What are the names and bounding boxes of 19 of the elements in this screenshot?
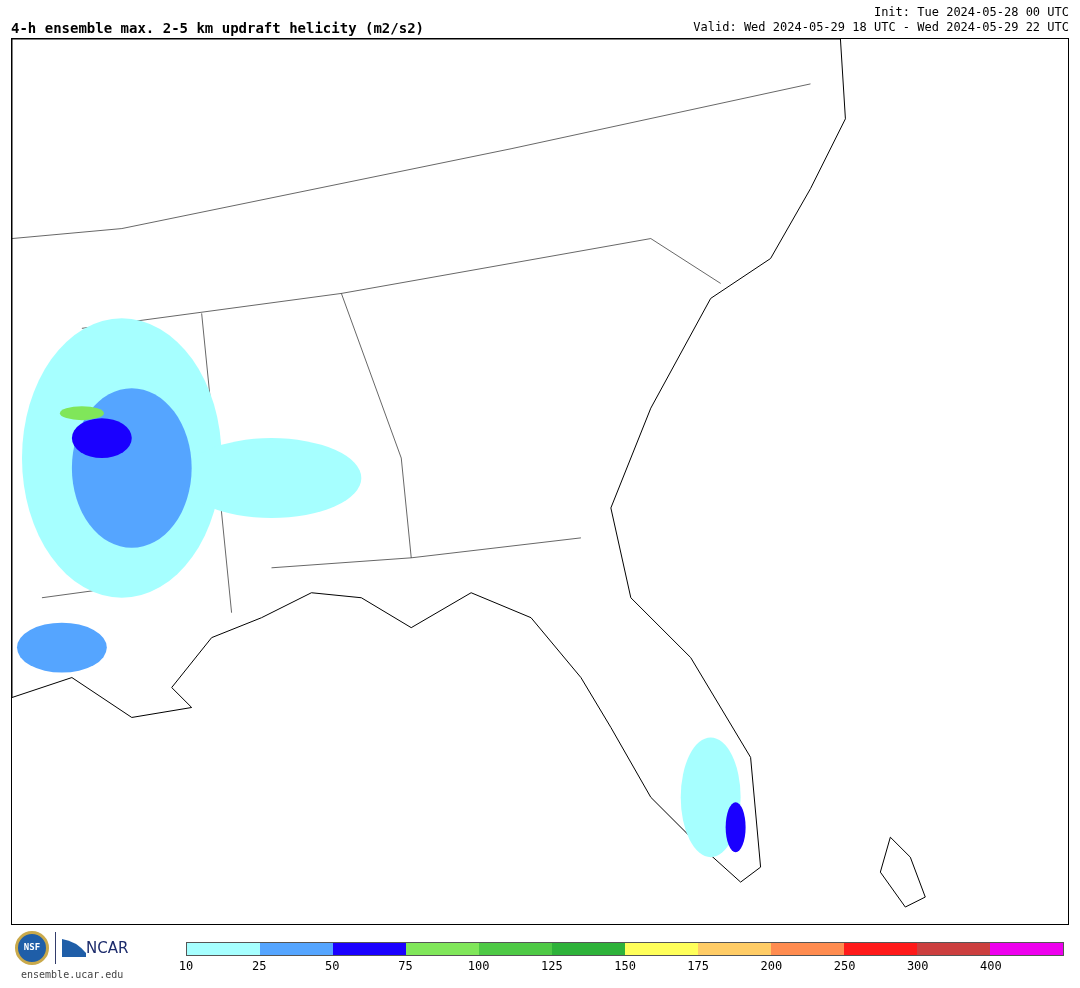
tick-label: 150 — [614, 960, 636, 972]
init-time: Init: Tue 2024-05-28 00 UTC — [873, 5, 1069, 20]
tick-label: 400 — [980, 960, 1002, 972]
tick-label: 25 — [251, 960, 267, 972]
site-url: ensemble.ucar.edu — [20, 968, 124, 982]
tick-label: 50 — [325, 960, 340, 972]
tick-label: 100 — [467, 960, 490, 972]
tick-label: 200 — [760, 960, 783, 972]
seal-logo: NSF — [15, 931, 49, 965]
tick-label: 250 — [833, 960, 856, 972]
ncar-logo-text: NCAR — [86, 937, 129, 959]
chart-title: 4-h ensemble max. 2-5 km updraft helicity (m2/s2) — [11, 21, 424, 35]
tick-label: 300 — [906, 960, 929, 972]
wave-logo-icon — [62, 939, 86, 957]
tick-label: 125 — [541, 960, 563, 972]
tick-label: 10 — [178, 960, 194, 972]
tick-label: 175 — [687, 960, 710, 972]
tick-label: 75 — [398, 960, 413, 972]
valid-time: Valid: Wed 2024-05-29 18 UTC - Wed 2024-05-29 22 UTC — [693, 20, 1069, 35]
